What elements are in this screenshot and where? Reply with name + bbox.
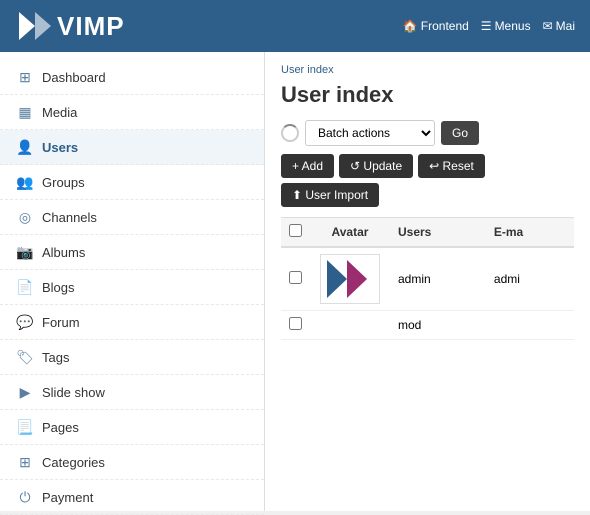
sidebar-item-payment[interactable]: ⏻ Payment	[0, 480, 264, 515]
sidebar-label-payment: Payment	[42, 490, 93, 505]
mail-link[interactable]: ✉ Mai	[543, 19, 575, 33]
sidebar: ⊞ Dashboard ▦ Media 👤 Users 👥 Groups ◎ C…	[0, 52, 265, 511]
sidebar-item-dashboard[interactable]: ⊞ Dashboard	[0, 60, 264, 95]
vimp-avatar-logo	[325, 258, 375, 300]
col-avatar: Avatar	[310, 218, 390, 248]
channels-icon: ◎	[16, 208, 34, 226]
header-nav: 🏠 Frontend ☰ Menus ✉ Mai	[403, 19, 575, 33]
sidebar-label-albums: Albums	[42, 245, 85, 260]
sidebar-label-media: Media	[42, 105, 77, 120]
sidebar-item-categories[interactable]: ⊞ Categories	[0, 445, 264, 480]
table-row: admin admi	[281, 247, 574, 311]
slideshow-icon: ▶	[16, 383, 34, 401]
layout: ⊞ Dashboard ▦ Media 👤 Users 👥 Groups ◎ C…	[0, 52, 590, 511]
row2-checkbox-cell	[281, 311, 310, 340]
blogs-icon: 📄	[16, 278, 34, 296]
buttons-row: + Add ↺ Update ↩ Reset ⬆ User Import	[281, 154, 574, 207]
breadcrumb: User index	[281, 64, 574, 76]
sidebar-label-categories: Categories	[42, 455, 105, 470]
batch-actions-select[interactable]: Batch actions Delete Activate Deactivate	[305, 120, 435, 146]
home-icon: 🏠	[403, 19, 418, 33]
toolbar-row: Batch actions Delete Activate Deactivate…	[281, 120, 574, 146]
logo-text: VIMP	[57, 11, 125, 42]
payment-icon: ⏻	[16, 488, 34, 506]
sidebar-item-channels[interactable]: ◎ Channels	[0, 200, 264, 235]
row1-checkbox-cell	[281, 247, 310, 311]
sidebar-item-blogs[interactable]: 📄 Blogs	[0, 270, 264, 305]
albums-icon: 📷	[16, 243, 34, 261]
sidebar-label-channels: Channels	[42, 210, 97, 225]
menus-icon: ☰	[481, 19, 492, 33]
sidebar-item-albums[interactable]: 📷 Albums	[0, 235, 264, 270]
col-email: E-ma	[486, 218, 574, 248]
sidebar-label-users: Users	[42, 140, 78, 155]
row1-username: admin	[390, 247, 486, 311]
dashboard-icon: ⊞	[16, 68, 34, 86]
forum-icon: 💬	[16, 313, 34, 331]
sidebar-item-tags[interactable]: 🏷 Tags	[0, 340, 264, 375]
user-icon: 👤	[16, 138, 34, 156]
reset-button[interactable]: ↩ Reset	[418, 154, 485, 178]
sidebar-item-users[interactable]: 👤 Users	[0, 130, 264, 165]
sidebar-item-forum[interactable]: 💬 Forum	[0, 305, 264, 340]
user-import-button[interactable]: ⬆ User Import	[281, 183, 379, 207]
sidebar-label-tags: Tags	[42, 350, 69, 365]
row2-avatar-cell	[310, 311, 390, 340]
sidebar-item-pages[interactable]: 📃 Pages	[0, 410, 264, 445]
table-row: mod	[281, 311, 574, 340]
page-title: User index	[281, 82, 574, 108]
sidebar-label-slideshow: Slide show	[42, 385, 105, 400]
sidebar-item-slideshow[interactable]: ▶ Slide show	[0, 375, 264, 410]
row1-email: admi	[486, 247, 574, 311]
go-button[interactable]: Go	[441, 121, 479, 145]
add-button[interactable]: + Add	[281, 154, 334, 178]
col-checkbox	[281, 218, 310, 248]
menus-link[interactable]: ☰ Menus	[481, 19, 531, 33]
sidebar-item-media[interactable]: ▦ Media	[0, 95, 264, 130]
media-icon: ▦	[16, 103, 34, 121]
sidebar-item-groups[interactable]: 👥 Groups	[0, 165, 264, 200]
row1-avatar-cell	[310, 247, 390, 311]
menus-label: Menus	[495, 19, 531, 33]
groups-icon: 👥	[16, 173, 34, 191]
main-content: User index User index Batch actions Dele…	[265, 52, 590, 511]
avatar	[320, 254, 380, 304]
categories-icon: ⊞	[16, 453, 34, 471]
col-users: Users	[390, 218, 486, 248]
sidebar-label-dashboard: Dashboard	[42, 70, 106, 85]
users-table-wrapper: Avatar Users E-ma	[281, 217, 574, 340]
mail-label: Mai	[556, 19, 575, 33]
logo: VIMP	[15, 8, 125, 44]
sidebar-label-blogs: Blogs	[42, 280, 75, 295]
row2-checkbox[interactable]	[289, 317, 302, 330]
sidebar-label-forum: Forum	[42, 315, 80, 330]
mail-icon: ✉	[543, 19, 553, 33]
frontend-link[interactable]: 🏠 Frontend	[403, 19, 469, 33]
row2-email	[486, 311, 574, 340]
sidebar-label-pages: Pages	[42, 420, 79, 435]
frontend-label: Frontend	[421, 19, 469, 33]
sidebar-label-groups: Groups	[42, 175, 85, 190]
row1-checkbox[interactable]	[289, 271, 302, 284]
row2-username: mod	[390, 311, 486, 340]
users-table: Avatar Users E-ma	[281, 217, 574, 340]
tags-icon: 🏷	[16, 348, 34, 366]
batch-spinner	[281, 124, 299, 142]
header: VIMP 🏠 Frontend ☰ Menus ✉ Mai	[0, 0, 590, 52]
update-button[interactable]: ↺ Update	[339, 154, 413, 178]
logo-icon	[15, 8, 51, 44]
table-header-row: Avatar Users E-ma	[281, 218, 574, 248]
pages-icon: 📃	[16, 418, 34, 436]
select-all-checkbox[interactable]	[289, 224, 302, 237]
